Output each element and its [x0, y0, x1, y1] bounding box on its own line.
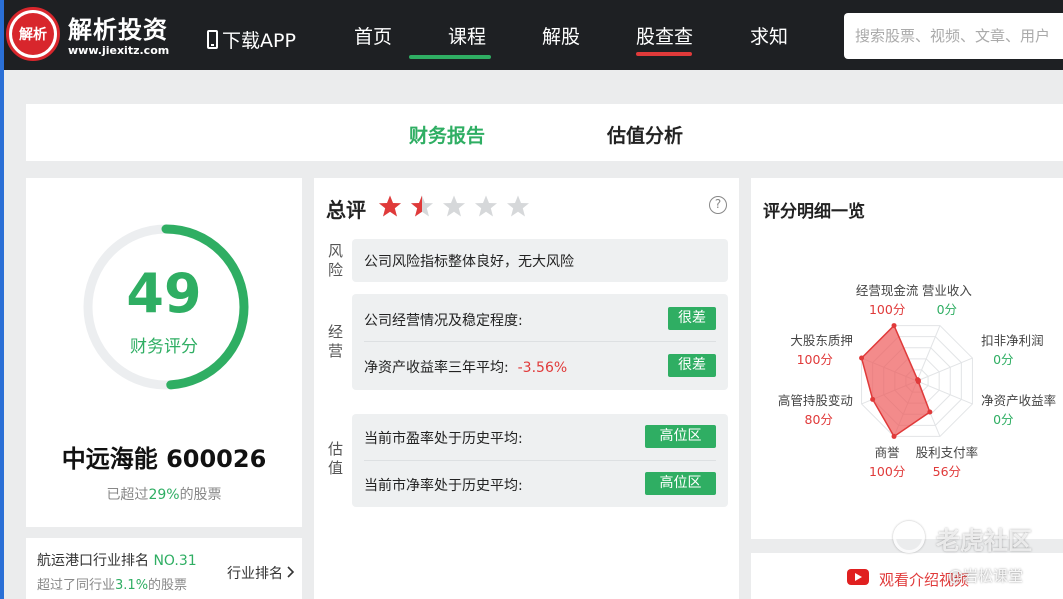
rank-sub-suffix: 的股票 [148, 578, 188, 593]
val-row2-badge: 高位区 [645, 472, 716, 495]
rank-industry: 航运港口行业排名 [37, 553, 149, 569]
star-icon [379, 195, 401, 217]
score-card: 49 财务评分 中远海能 600026 已超过29%的股票 [26, 178, 302, 527]
val-divider [364, 460, 716, 461]
video-play-icon [847, 569, 869, 585]
radar-axis-score: 100分 [869, 464, 905, 479]
radar-axis-label: 净资产收益率 [981, 393, 1056, 408]
ops-row2-value: -3.56% [517, 360, 568, 376]
rank-subtitle: 超过了同行业3.1%的股票 [37, 574, 187, 593]
operations-box: 公司经营情况及稳定程度: 很差 净资产收益率三年平均: -3.56% 很差 [352, 294, 728, 390]
watermark-logo-icon [893, 521, 925, 553]
nav-courses[interactable]: 课程 [448, 22, 486, 49]
ops-row2: 净资产收益率三年平均: -3.56% [364, 357, 567, 377]
nav-active-indicator [636, 52, 692, 56]
ops-row1-badge: 很差 [668, 307, 716, 330]
radar-axis-label: 营业收入 [922, 283, 973, 298]
top-navbar: 解析 解析投资 www.jiexitz.com 下载APP 首页 课程 解股 股… [0, 0, 1063, 70]
rank-sub-prefix: 超过了同行业 [37, 578, 116, 593]
download-app-label: 下载APP [222, 30, 296, 52]
ops-row2-badge: 很差 [668, 354, 716, 377]
valuation-box: 当前市盈率处于历史平均: 高位区 当前市净率处于历史平均: 高位区 [352, 414, 728, 507]
nav-stock-check[interactable]: 股查查 [636, 22, 693, 49]
stock-name: 中远海能 600026 [61, 445, 267, 473]
help-icon[interactable]: ? [709, 196, 727, 214]
radar-axis-label: 扣非净利润 [981, 333, 1044, 348]
radar-axis-score: 100分 [797, 352, 833, 367]
ops-row1-label: 公司经营情况及稳定程度: [364, 313, 523, 329]
brand-url: www.jiexitz.com [68, 44, 170, 57]
radar-axis-score: 100分 [869, 302, 905, 317]
score-label: 财务评分 [130, 337, 198, 357]
radar-axis-label: 商誉 [875, 445, 901, 460]
radar-point [859, 355, 865, 361]
category-operations: 经营 [328, 323, 344, 360]
val-row2-label: 当前市净率处于历史平均: [364, 478, 523, 494]
search-input[interactable] [844, 13, 1063, 59]
beat-suffix: 的股票 [179, 487, 222, 503]
score-value: 49 [126, 262, 202, 325]
star-icon [507, 195, 529, 217]
radar-point [891, 323, 897, 329]
left-accent-strip [0, 0, 4, 599]
watermark-sub: @岩松课堂 [948, 567, 1024, 585]
radar-axis-score: 56分 [933, 464, 961, 479]
brand-name: 解析投资 [68, 16, 168, 44]
category-valuation: 估值 [328, 440, 344, 477]
star-icon [411, 195, 433, 217]
radar-chart: 营业收入0分扣非净利润0分净资产收益率0分股利支付率56分商誉100分高管持股变… [778, 283, 1056, 479]
industry-rank-link[interactable]: 行业排名 [227, 563, 295, 583]
val-row1-badge: 高位区 [645, 425, 716, 448]
beat-prefix: 已超过 [106, 487, 149, 503]
industry-rank-label: 行业排名 [227, 566, 283, 582]
category-risk: 风险 [328, 242, 344, 279]
tab-active-underline [409, 55, 491, 59]
rating-stars [378, 194, 530, 218]
chevron-right-icon [287, 566, 295, 578]
tab-valuation-analysis[interactable]: 估值分析 [607, 121, 683, 148]
radar-point [915, 379, 921, 385]
brand[interactable]: 解析投资 www.jiexitz.com [68, 10, 169, 57]
rank-no: NO.31 [153, 553, 197, 569]
radar-axis-label: 股利支付率 [916, 445, 979, 460]
watermark-main: 老虎社区 [936, 527, 1032, 555]
ops-row2-label: 净资产收益率三年平均: [364, 360, 509, 376]
beat-pct: 29% [148, 487, 180, 503]
risk-box: 公司风险指标整体良好，无大风险 [352, 239, 728, 282]
phone-icon [207, 30, 218, 49]
radar-axis-score: 0分 [937, 302, 957, 317]
download-app-link[interactable]: 下载APP [207, 26, 296, 53]
radar-axis-label: 大股东质押 [790, 333, 853, 348]
rank-title: 航运港口行业排名 NO.31 [37, 550, 197, 570]
brand-logo-text: 解析 [12, 13, 54, 55]
nav-home[interactable]: 首页 [354, 22, 392, 49]
tab-financial-report[interactable]: 财务报告 [409, 121, 485, 148]
rank-sub-pct: 3.1% [115, 578, 149, 593]
radar-point [891, 433, 897, 439]
brand-logo[interactable]: 解析 [6, 7, 60, 61]
radar-axis-score: 0分 [993, 352, 1013, 367]
nav-qa[interactable]: 求知 [750, 22, 788, 49]
radar-card: 评分明细一览 营业收入 0分 扣非净利润 0分 净资产收益率 0分 股利支付率 56分 商誉 10… [751, 178, 1063, 539]
star-icon [443, 195, 465, 217]
report-tabs: 财务报告 估值分析 [26, 104, 1063, 161]
radar-axis-score: 0分 [993, 412, 1013, 427]
radar-axis-label: 高管持股变动 [778, 393, 853, 408]
nav-stock-analysis[interactable]: 解股 [542, 22, 580, 49]
ops-divider [364, 341, 716, 342]
radar-axis-score: 80分 [805, 412, 833, 427]
summary-card: 总评 ? 风险 公司风险指标整体良好，无大风险 经营 公司经营情况及稳定程度: … [314, 178, 739, 599]
summary-title: 总评 [326, 198, 366, 222]
radar-axis-label: 经营现金流 [856, 283, 919, 298]
risk-text: 公司风险指标整体良好，无大风险 [364, 254, 574, 270]
radar-point [870, 396, 876, 402]
beat-percentile: 已超过29%的股票 [26, 484, 302, 504]
star-icon [475, 195, 497, 217]
val-row1-label: 当前市盈率处于历史平均: [364, 431, 523, 447]
industry-rank-card[interactable]: 航运港口行业排名 NO.31 超过了同行业3.1%的股票 行业排名 [26, 538, 302, 599]
radar-point [927, 409, 933, 415]
